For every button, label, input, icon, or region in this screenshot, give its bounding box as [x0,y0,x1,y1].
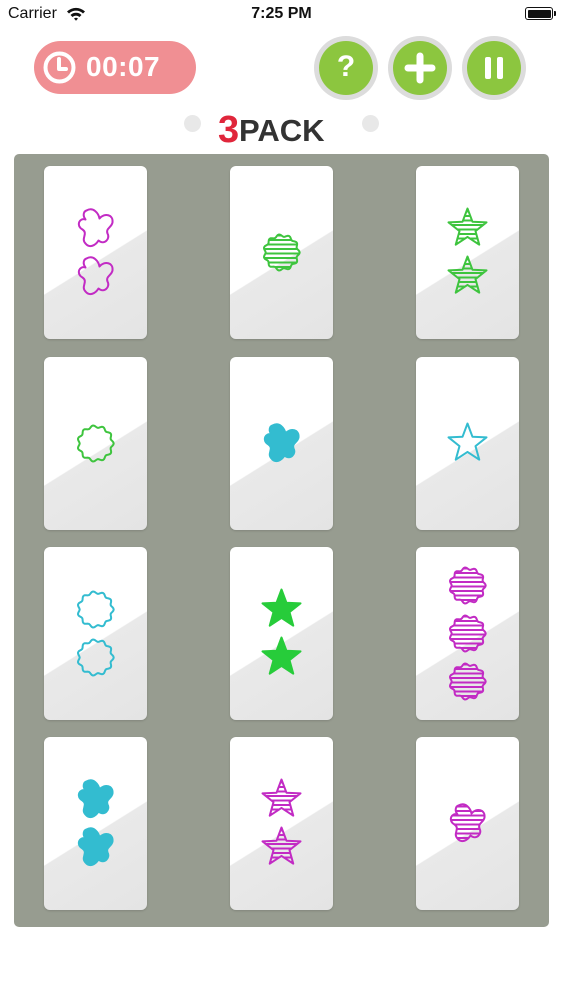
game-card[interactable] [416,737,519,910]
game-card[interactable] [416,357,519,530]
clock-icon [43,51,76,84]
star-shape [447,207,488,246]
splat-shape [449,803,486,843]
star-shape [261,588,302,627]
splat-shape [77,779,114,819]
splat-shape [77,256,114,296]
plus-icon [404,52,436,84]
game-timer: 00:07 [34,41,196,94]
help-icon: ? [336,50,356,83]
game-card[interactable] [44,547,147,720]
splat-shape [263,423,300,463]
star-shape [261,826,302,865]
star-shape [447,255,488,294]
flower-shape [449,566,487,605]
flower-shape [77,638,115,677]
game-card[interactable] [416,547,519,720]
splat-shape [77,827,114,867]
status-time: 7:25 PM [251,5,312,22]
flower-shape [77,424,115,463]
game-card[interactable] [230,737,333,910]
pause-button[interactable] [462,36,526,100]
help-button[interactable]: ? [314,36,378,100]
card-board [14,154,549,927]
flower-shape [449,662,487,701]
star-shape [447,422,488,461]
star-shape [261,636,302,675]
game-card[interactable] [44,357,147,530]
timer-value: 00:07 [86,51,161,82]
battery-icon [525,7,556,20]
logo-digit: 3 [218,109,239,150]
splat-shape [77,208,114,248]
flower-shape [263,233,301,272]
star-shape [261,778,302,817]
game-card[interactable] [416,166,519,339]
game-card[interactable] [44,166,147,339]
pause-icon [485,57,503,79]
game-card[interactable] [44,737,147,910]
game-card[interactable] [230,166,333,339]
game-card[interactable] [230,547,333,720]
game-card[interactable] [230,357,333,530]
status-bar: Carrier 7:25 PM [0,0,563,30]
add-button[interactable] [388,36,452,100]
game-logo: 3 PACK [218,109,325,150]
flower-shape [449,614,487,653]
flower-shape [77,590,115,629]
logo-word: PACK [239,113,325,148]
